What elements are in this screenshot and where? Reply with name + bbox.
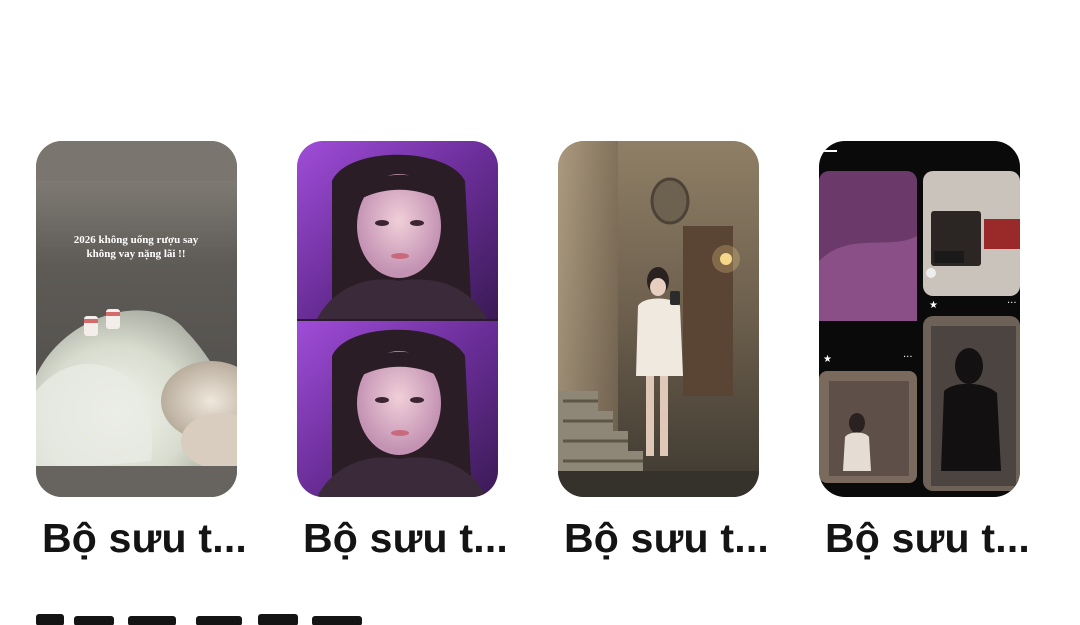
collections-row: 2026 không uống rượu say không vay nặng … [36,141,1046,561]
collection-thumbnail-2[interactable] [297,141,498,497]
photo-caption-line-2: không vay nặng lãi !! [86,248,185,260]
collection-thumbnail-1[interactable]: 2026 không uống rượu say không vay nặng … [36,141,237,497]
wedding-dress-photo: 2026 không uống rượu say không vay nặng … [36,141,237,497]
staircase-mirror-photo [558,141,759,497]
collection-card-1[interactable]: 2026 không uống rượu say không vay nặng … [36,141,247,562]
collection-thumbnail-4[interactable]: ★ ··· ★ ··· [819,141,1020,497]
collection-card-3[interactable]: Bộ sưu t... [558,141,769,562]
collection-title-2[interactable]: Bộ sưu t... [297,515,508,562]
collection-card-4[interactable]: ★ ··· ★ ··· Bộ sưu t... [819,141,1030,562]
collection-title-4[interactable]: Bộ sưu t... [819,515,1030,562]
next-section-heading-cropped [36,614,396,625]
purple-selfie-photo [297,141,498,497]
previous-section-heading-cropped [0,0,1080,6]
svg-text:···: ··· [903,352,913,363]
svg-text:★: ★ [823,354,832,365]
collection-title-1[interactable]: Bộ sưu t... [36,515,247,562]
collage-photo: ★ ··· ★ ··· [819,141,1020,497]
collection-title-3[interactable]: Bộ sưu t... [558,515,769,562]
photo-caption-line-1: 2026 không uống rượu say [74,234,199,246]
profile-collections-screen: 2026 không uống rượu say không vay nặng … [0,0,1080,625]
svg-text:···: ··· [1007,298,1017,309]
collection-thumbnail-3[interactable] [558,141,759,497]
collection-card-2[interactable]: Bộ sưu t... [297,141,508,562]
svg-text:★: ★ [929,300,938,311]
